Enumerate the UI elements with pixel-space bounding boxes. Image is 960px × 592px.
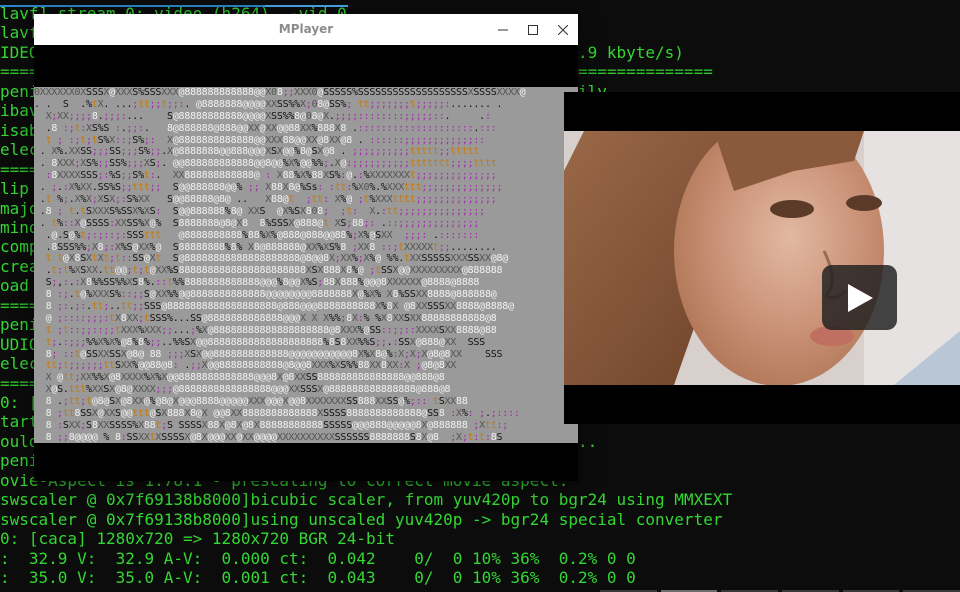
ascii-row: t;.:;;;%%X%X%@8%8%;;..%%SX@@888888888888…	[45, 336, 486, 348]
ascii-row: .t %;.X%X;XSX;:S%XX S@@88888@8@ .. X88@t…	[39, 194, 497, 206]
ascii-row: S;,:.:X8%%SS%%XS8%.::t%%8888888888888@@@…	[45, 277, 480, 289]
ascii-row: . . S .%tX. ...;tt;;t;;:. @8888888@@@@XX…	[34, 98, 503, 110]
ascii-row: 8 .;tt;t@8@SX@8XX@%@8@X@@@8888@@@@@XXX@@…	[45, 396, 468, 408]
ascii-row: .@.S@%t;:;::;:SSSttt @8888888888%88%X%@8…	[45, 229, 480, 241]
ascii-row: . ;.:X%XX.SS%S;;ttt;; S@@888888@@% ;; X8…	[39, 182, 503, 194]
ascii-row: . X%.XXSS;;;SS;;;S%;;.X@8888888@@888@@@X…	[39, 146, 480, 158]
ascii-row: . t%::X@SSSS:XXSS%X@% S8888888@8@X8 8%SS…	[39, 217, 480, 229]
ascii-row: X@S.ttt%XXSX@8@XXXX;;;@8888888888888888@…	[45, 384, 451, 396]
terminal-line: : 35.0 V: 35.0 A-V: 0.001 ct: 0.043 0/ 0…	[0, 568, 636, 588]
ascii-row: X;XX;;;;8.;;;:... S@88888888888@@@@XSS%%…	[45, 110, 491, 122]
minimize-icon[interactable]	[488, 14, 518, 45]
ascii-row: :8XXXXSSS;:%S;;S%t:. XX888888888888@ : X…	[45, 170, 497, 182]
close-icon[interactable]	[548, 14, 578, 45]
ascii-row: .8SSS%%;X8;:X%S@XX%@ S88888888%8% X8@888…	[45, 241, 497, 253]
ascii-row: .8 :;t:XS%S :.;;:. 8@888888@888@@XX@XX@@…	[45, 122, 497, 134]
ascii-row: t ; :;t;tS%X::;S%;: X@8888888888888@@XXX…	[45, 134, 486, 146]
ascii-row: 8 ;tt8SSX@XXS@@ttt@SX888X8@X @@8XX888888…	[45, 408, 520, 420]
ascii-row: 8 ;;8@@@@ % 8:SSXXtXSSSSX@8X@@@XX@XX@@@@…	[45, 431, 503, 443]
ascii-row: .8 ; t.tSXXXS%SSX%XS: S@@888888%8@ XXS @…	[39, 205, 485, 217]
ascii-row: 0XXXXXX0XSSSX@XXXS%SSSXXX@888888888888@@…	[34, 87, 526, 98]
window-titlebar[interactable]: MPlayer	[34, 14, 578, 45]
terminal-line: swscaler @ 0x7f69138b8000]bicubic scaler…	[0, 490, 733, 510]
ascii-row: . 8XXX;XS%;;SS%;;;XS;. @@888888888888@@8…	[39, 158, 497, 170]
ascii-row: 8; ::t@SSXXSSX@8@ 88 ;;;XSX@@88888888888…	[45, 348, 503, 360]
ascii-row: .t:t%XSXX.tt@@;t;t@XX%S88888888888888888…	[45, 265, 503, 277]
maximize-icon[interactable]	[518, 14, 548, 45]
video-preview[interactable]	[564, 92, 960, 424]
ascii-row: 8 :SXX;S8XXSSSS%X88t;S SSSSX88X@8X@8X888…	[45, 419, 509, 431]
ascii-row: X @tt;XX%%X@8XXXX%X%X@@8888888888888@@@8…	[45, 372, 445, 384]
play-icon	[847, 283, 873, 312]
window-controls	[488, 14, 578, 45]
ascii-row: 8 ;:.;:.tt;..tt;;SSS@8888888888888888888…	[45, 301, 515, 313]
terminal-line: : 32.9 V: 32.9 A-V: 0.000 ct: 0.042 0/ 0…	[0, 548, 636, 568]
ascii-row: t t@X8SXtXt;t::SS@Xt S@88888888888888888…	[45, 253, 509, 265]
ascii-row: tt;t;;;;;;ttSXX%@@88@8: .;;X@@8888888888…	[45, 360, 457, 372]
mplayer-window[interactable]: MPlayer 0XXXXXX0XSSSX@XXXS%SSSXXX@888888…	[34, 14, 578, 481]
terminal-line: 0: [caca] 1280x720 => 1280x720 BGR 24-bi…	[0, 529, 395, 549]
play-button[interactable]	[822, 265, 897, 330]
video-frame	[564, 131, 960, 385]
ascii-video-render: 0XXXXXX0XSSSX@XXXS%SSSXXX@888888888888@@…	[34, 87, 578, 443]
ascii-row: t ;t::;;::;;tXXX%XXX;;...;%X@88888888888…	[45, 324, 497, 336]
ascii-row: 8 :;.t@%XXXS%::;;S@XX%%@@8888888888888@@…	[45, 289, 497, 301]
video-frame-image	[564, 131, 960, 385]
terminal-line: swscaler @ 0x7f69138b8000]using unscaled…	[0, 509, 723, 529]
ascii-row: @ ;::::;;;:tX8XX;tSSS%...SS@888888888888…	[45, 312, 497, 324]
